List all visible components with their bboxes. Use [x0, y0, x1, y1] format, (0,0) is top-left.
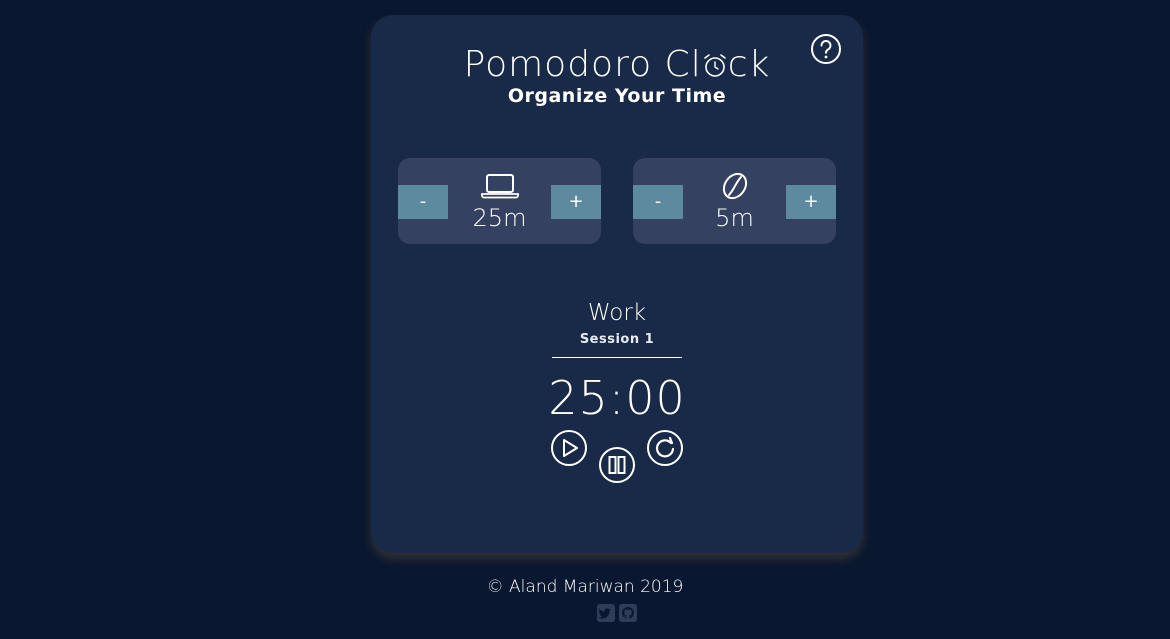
- work-decrease-button[interactable]: -: [398, 185, 448, 219]
- session-label: Session 1: [579, 332, 655, 347]
- app-title-suffix: ck: [727, 44, 771, 85]
- app-title: Pomodoro Cl ck: [371, 43, 863, 87]
- app-title-prefix: Pomodoro Cl: [463, 44, 702, 85]
- footer-copyright: © Aland Mariwan 2019: [486, 577, 684, 597]
- break-decrease-button[interactable]: -: [633, 185, 683, 219]
- break-length-value: 5m: [715, 204, 754, 232]
- timer-mode-label: Work: [587, 300, 647, 326]
- break-increase-button[interactable]: +: [786, 185, 836, 219]
- coffee-bean-icon: [722, 172, 748, 200]
- pomodoro-card: Pomodoro Cl ck Organize Your Time - 25m +…: [371, 15, 863, 553]
- play-icon[interactable]: [550, 429, 588, 467]
- app-subtitle: Organize Your Time: [507, 85, 727, 107]
- laptop-icon: [481, 174, 519, 199]
- alarm-clock-icon: [703, 54, 726, 77]
- divider: [552, 357, 682, 358]
- pause-icon[interactable]: [598, 446, 636, 484]
- timer-display: 25:00: [548, 371, 686, 425]
- work-length-setter: - 25m +: [398, 158, 601, 244]
- github-icon[interactable]: [619, 604, 637, 622]
- work-increase-button[interactable]: +: [551, 185, 601, 219]
- break-length-setter: - 5m +: [633, 158, 836, 244]
- work-length-value: 25m: [472, 204, 527, 232]
- twitter-icon[interactable]: [597, 604, 615, 622]
- reset-icon[interactable]: [646, 429, 684, 467]
